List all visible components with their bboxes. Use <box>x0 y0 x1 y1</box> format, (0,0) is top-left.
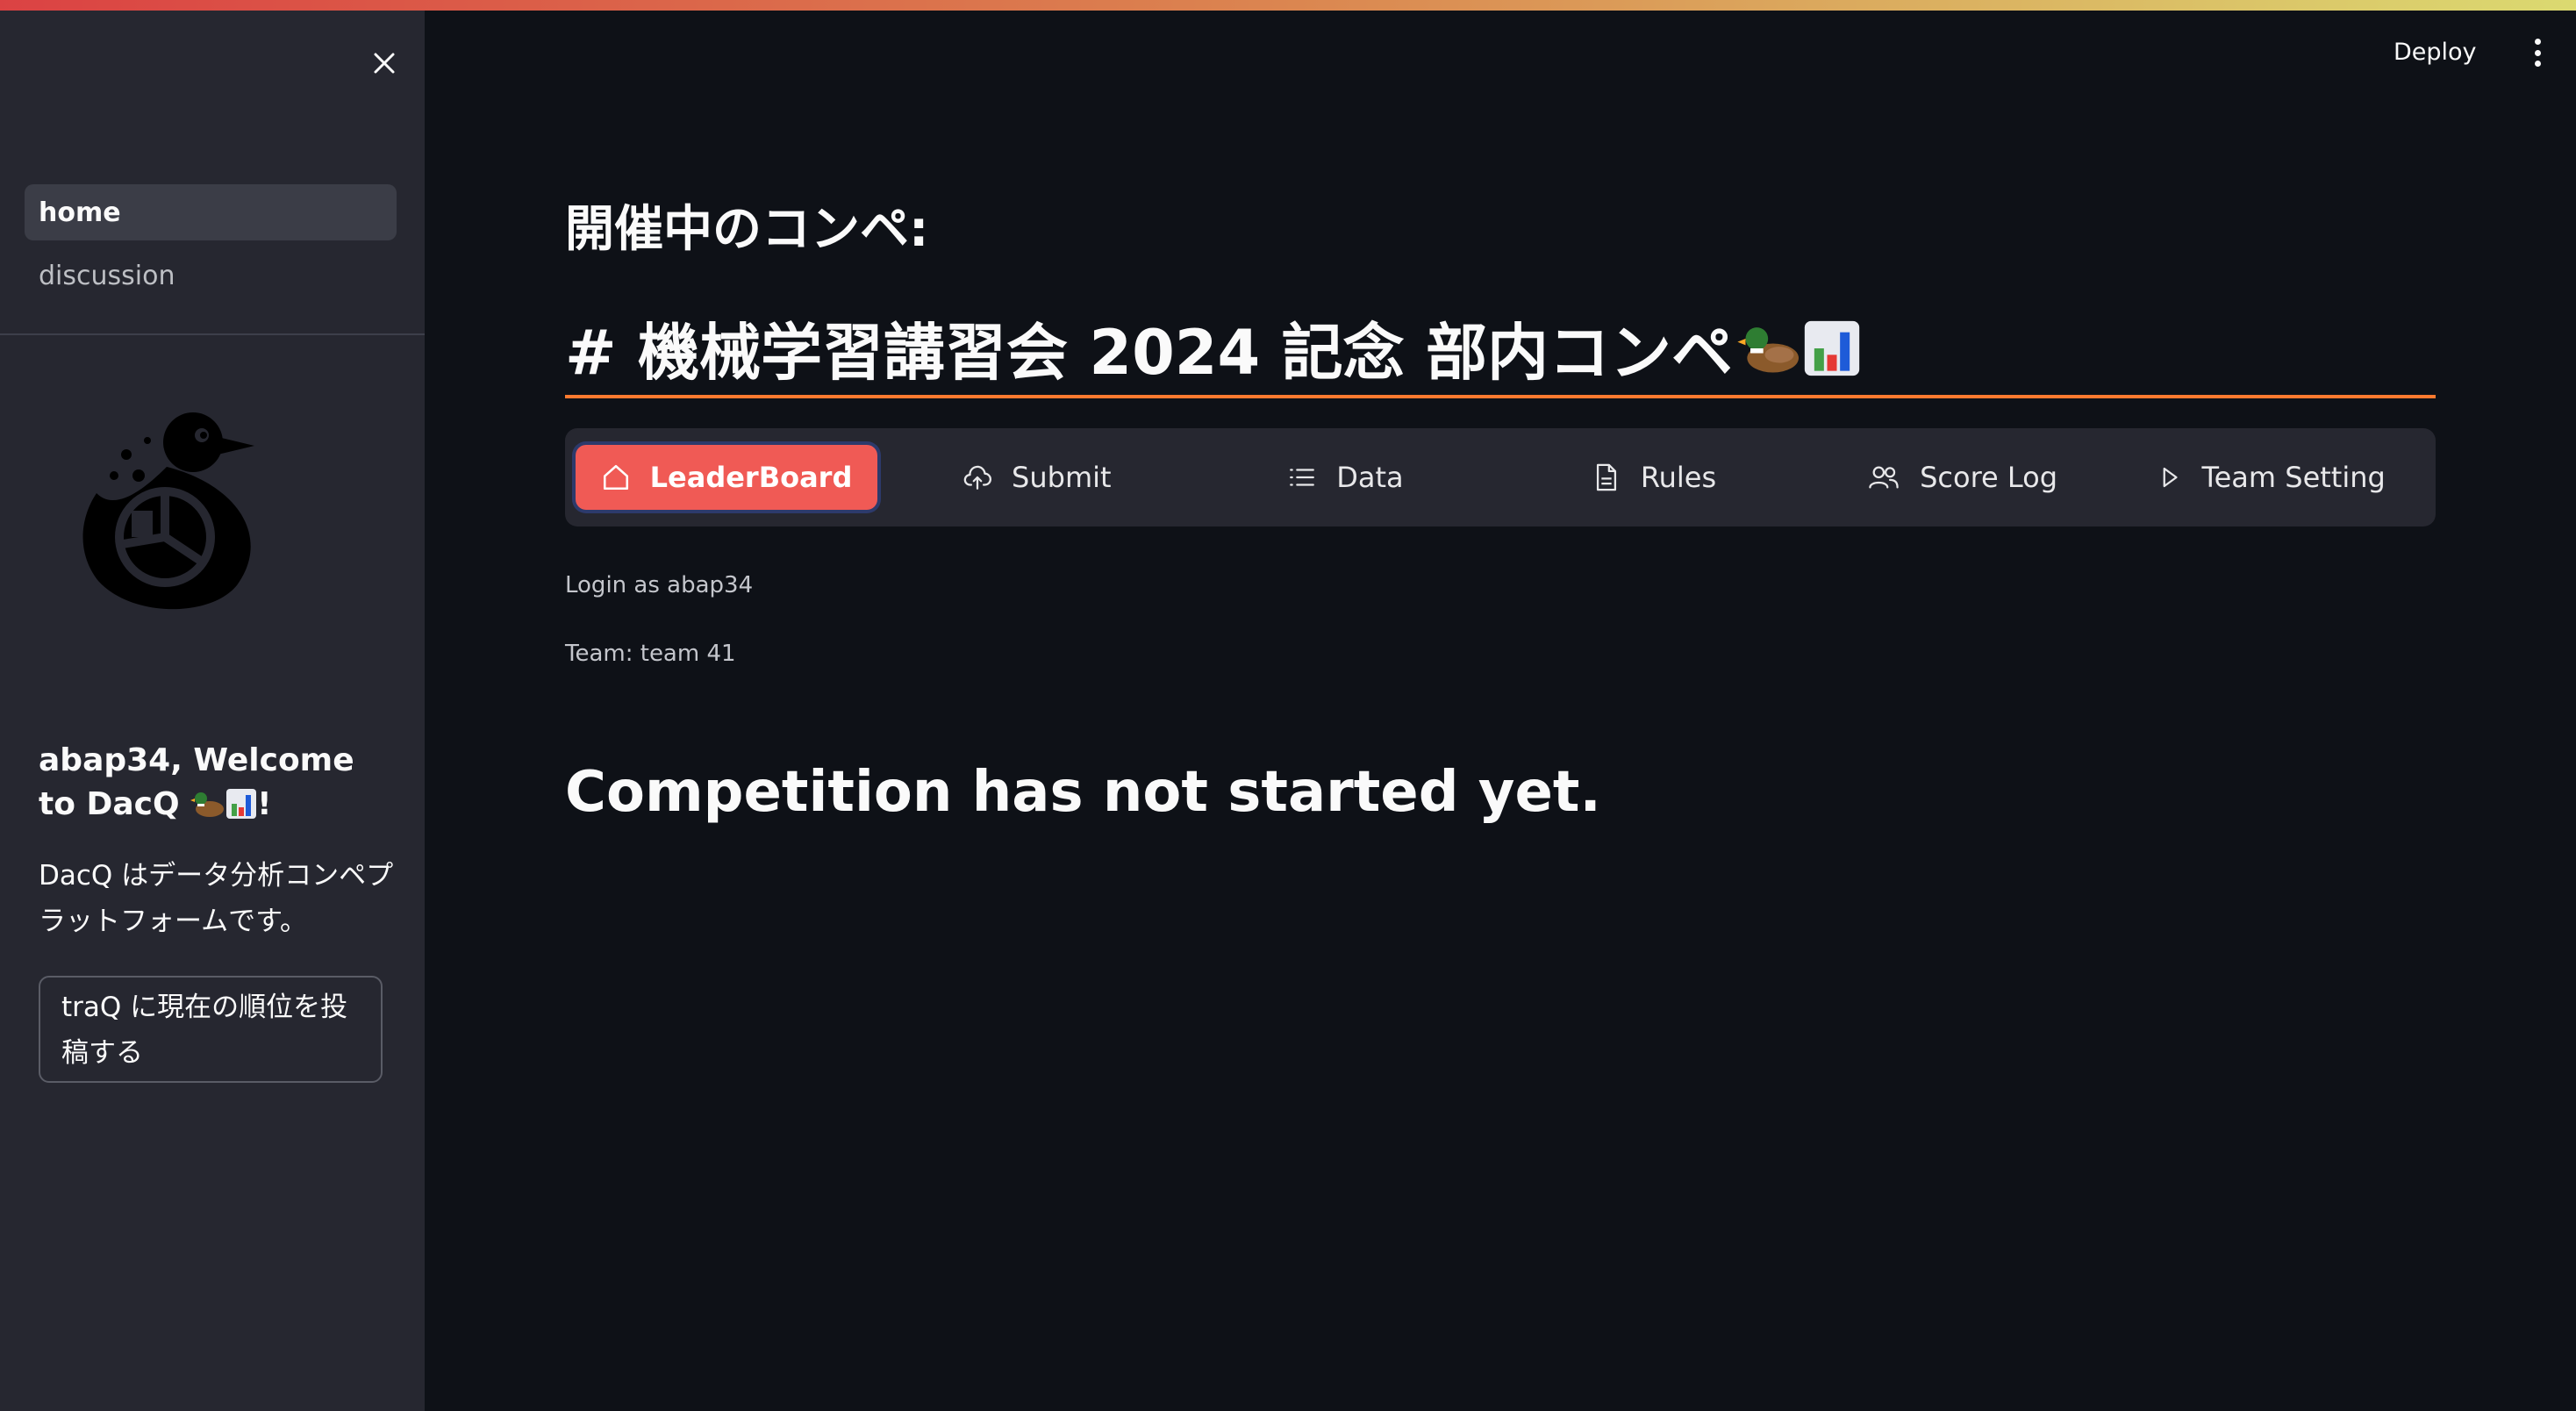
team-info: Team: team 41 <box>565 641 736 667</box>
sidebar-close-button[interactable] <box>363 42 405 84</box>
tab-rules[interactable]: Rules <box>1499 445 1808 510</box>
competition-tabs: LeaderBoard Submit Data Rules Score Log <box>565 428 2436 526</box>
welcome-heading: abap34, Welcome to DacQ ! <box>39 742 354 822</box>
tab-team-setting[interactable]: Team Setting <box>2116 445 2425 510</box>
sidebar-item-home[interactable]: home <box>25 184 397 240</box>
post-rank-to-traq-button[interactable]: traQ に現在の順位を投稿する <box>39 976 383 1083</box>
sidebar-nav: home discussion <box>25 184 397 311</box>
login-info: Login as abap34 <box>565 572 754 598</box>
duck-emoji-icon <box>1737 326 1799 372</box>
sidebar-divider <box>0 333 425 335</box>
current-competition-label: 開催中のコンペ: <box>565 201 929 258</box>
bar-chart-emoji-icon <box>1804 320 1860 376</box>
sidebar-description: DacQ はデータ分析コンペプラットフォームです。 <box>39 860 394 937</box>
list-icon <box>1290 469 1315 486</box>
tab-submit[interactable]: Submit <box>883 445 1191 510</box>
title-divider <box>565 395 2436 398</box>
sidebar-item-label: discussion <box>39 260 175 291</box>
top-decoration-bar <box>0 0 2576 11</box>
competition-title-text: # 機械学習講習会 2024 記念 部内コンペ <box>565 317 1733 389</box>
tab-data[interactable]: Data <box>1191 445 1500 510</box>
tab-score-log[interactable]: Score Log <box>1808 445 2117 510</box>
people-icon <box>1869 466 1899 489</box>
sidebar: home discussion abap34, Welcome to DacQ <box>0 11 425 1411</box>
competition-title: # 機械学習講習会 2024 記念 部内コンペ <box>565 304 1861 392</box>
sidebar-item-label: home <box>39 197 121 228</box>
dacq-duck-logo <box>82 412 254 610</box>
close-icon <box>374 53 395 74</box>
duck-emoji-icon <box>190 792 225 817</box>
sidebar-item-discussion[interactable]: discussion <box>25 247 397 304</box>
cloud-upload-icon <box>963 465 992 490</box>
bar-chart-emoji-icon <box>226 789 257 819</box>
home-icon <box>603 464 628 491</box>
play-icon <box>2163 467 2178 488</box>
competition-status-message: Competition has not started yet. <box>565 760 1601 825</box>
deploy-button[interactable]: Deploy <box>2394 32 2477 72</box>
document-icon <box>1596 463 1616 491</box>
tab-leaderboard[interactable]: LeaderBoard <box>576 445 877 510</box>
more-vertical-icon[interactable] <box>2520 33 2555 72</box>
